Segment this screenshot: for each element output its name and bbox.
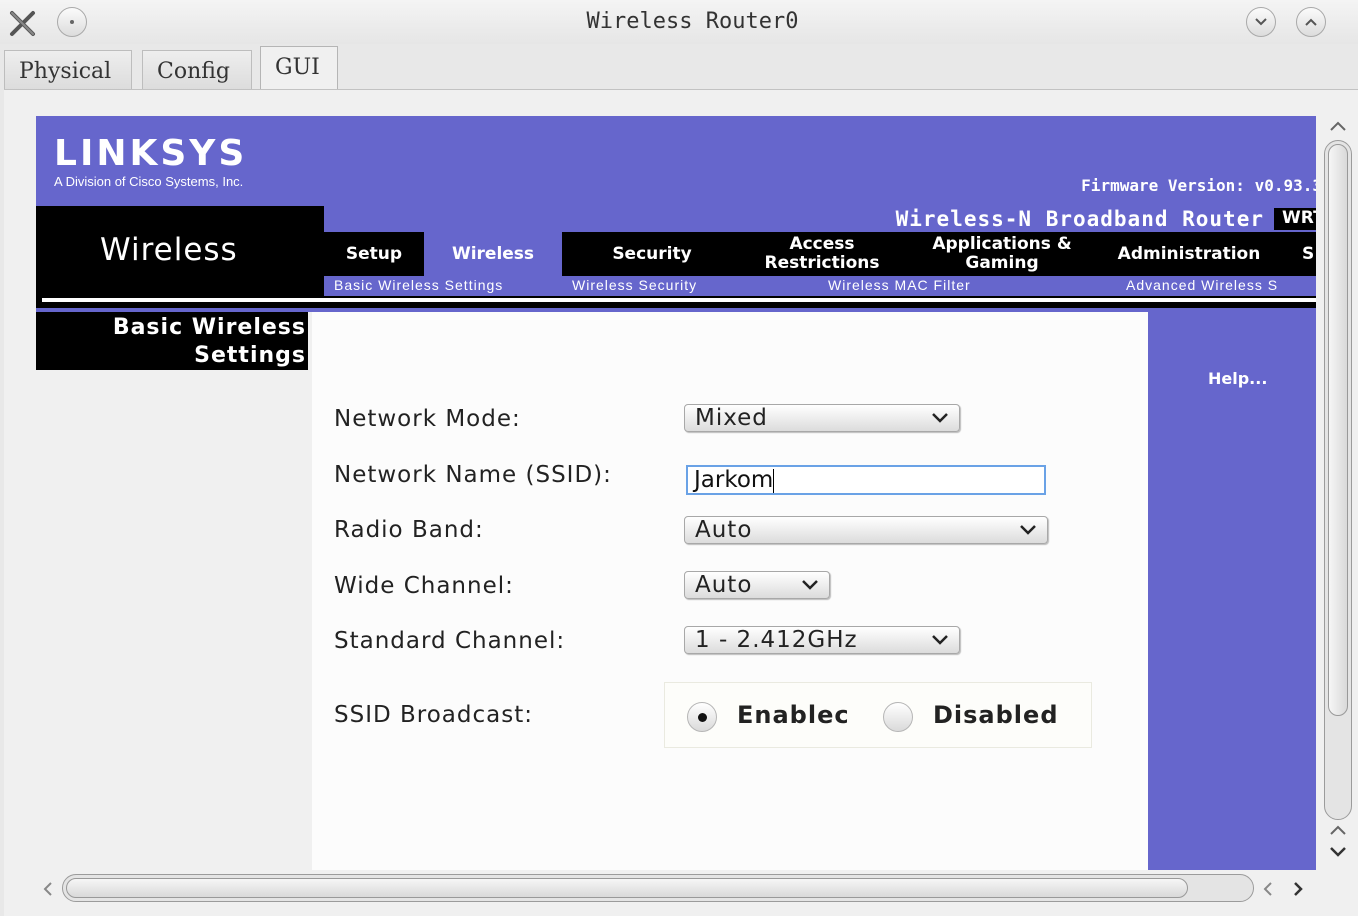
nav-security[interactable]: Security bbox=[562, 232, 742, 276]
scroll-left-icon[interactable] bbox=[40, 880, 56, 898]
linksys-logo: LINKSYS A Division of Cisco Systems, Inc… bbox=[54, 133, 248, 190]
tab-gui[interactable]: GUI bbox=[260, 46, 338, 92]
ssid-broadcast-label: SSID Broadcast: bbox=[334, 702, 533, 728]
left-column: Basic Wireless Settings bbox=[36, 312, 312, 870]
standard-channel-label: Standard Channel: bbox=[334, 628, 566, 654]
standard-channel-value: 1 - 2.412GHz bbox=[695, 627, 858, 653]
chevron-down-icon bbox=[932, 635, 948, 645]
navigation-band: Wireless Wireless-N Broadband Router WRT… bbox=[36, 206, 1316, 308]
left-section-title: Basic Wireless Settings bbox=[36, 312, 308, 370]
brand-name: LINKSYS bbox=[54, 133, 248, 174]
product-name: Wireless-N Broadband Router bbox=[895, 207, 1264, 231]
scroll-right-icon[interactable] bbox=[1290, 880, 1306, 898]
ssid-broadcast-disabled-label[interactable]: Disabled bbox=[933, 701, 1059, 729]
scroll-up-icon[interactable] bbox=[1328, 118, 1348, 134]
radio-band-value: Auto bbox=[695, 517, 753, 543]
minimize-button[interactable] bbox=[1246, 7, 1276, 37]
horizontal-scroll-thumb[interactable] bbox=[66, 878, 1188, 898]
radio-band-select[interactable]: Auto bbox=[684, 516, 1048, 544]
ssid-broadcast-disabled-radio[interactable] bbox=[883, 702, 913, 732]
vertical-scroll-thumb[interactable] bbox=[1328, 144, 1348, 716]
tab-config[interactable]: Config bbox=[142, 50, 252, 90]
ssid-broadcast-enabled-label[interactable]: Enablec bbox=[737, 701, 859, 729]
network-mode-select[interactable]: Mixed bbox=[684, 404, 960, 432]
vertical-scrollbar[interactable] bbox=[1320, 116, 1356, 870]
scroll-left-small-icon[interactable] bbox=[1260, 880, 1276, 898]
section-title: Wireless bbox=[100, 232, 238, 268]
chevron-down-icon bbox=[932, 413, 948, 423]
device-tabs: Physical Config GUI bbox=[0, 44, 1358, 92]
nav-access-restrictions[interactable]: Access Restrictions bbox=[742, 232, 902, 276]
window-titlebar: Wireless Router0 bbox=[0, 0, 1358, 44]
nav-administration[interactable]: Administration bbox=[1096, 232, 1282, 276]
chevron-down-icon bbox=[802, 580, 818, 590]
sub-nav: Basic Wireless Settings Wireless Securit… bbox=[324, 276, 1316, 296]
navigation-inner: Wireless Wireless-N Broadband Router WRT… bbox=[42, 206, 1316, 302]
wide-channel-select[interactable]: Auto bbox=[684, 571, 830, 599]
subnav-wireless-security[interactable]: Wireless Security bbox=[572, 277, 697, 293]
chevron-down-icon bbox=[1255, 18, 1267, 26]
nav-wireless[interactable]: Wireless bbox=[424, 232, 562, 276]
product-tag: WRT bbox=[1274, 208, 1316, 230]
ssid-input[interactable]: Jarkom bbox=[686, 465, 1046, 495]
nav-applications-gaming[interactable]: Applications & Gaming bbox=[902, 232, 1102, 276]
brand-subtitle: A Division of Cisco Systems, Inc. bbox=[54, 174, 244, 189]
firmware-version: Firmware Version: v0.93.3 bbox=[1081, 176, 1316, 195]
horizontal-scrollbar[interactable] bbox=[36, 872, 1320, 904]
network-mode-value: Mixed bbox=[695, 405, 768, 431]
wide-channel-label: Wide Channel: bbox=[334, 573, 514, 599]
text-caret bbox=[773, 468, 775, 493]
router-web-page: LINKSYS A Division of Cisco Systems, Inc… bbox=[36, 116, 1316, 870]
wide-channel-value: Auto bbox=[695, 572, 753, 598]
network-mode-label: Network Mode: bbox=[334, 406, 521, 432]
nav-status[interactable]: S bbox=[1302, 232, 1316, 276]
ssid-broadcast-group: Enablec Disabled bbox=[664, 682, 1092, 748]
ssid-value: Jarkom bbox=[694, 467, 774, 493]
scroll-up-small-icon[interactable] bbox=[1328, 822, 1348, 838]
subnav-mac-filter[interactable]: Wireless MAC Filter bbox=[828, 277, 971, 293]
ssid-broadcast-enabled-radio[interactable] bbox=[687, 702, 717, 732]
subnav-advanced-wireless[interactable]: Advanced Wireless S bbox=[1126, 277, 1278, 293]
help-column: Help... bbox=[1148, 312, 1316, 870]
help-link[interactable]: Help... bbox=[1208, 369, 1267, 388]
standard-channel-select[interactable]: 1 - 2.412GHz bbox=[684, 626, 960, 654]
tab-physical[interactable]: Physical bbox=[4, 50, 132, 90]
subnav-basic-wireless[interactable]: Basic Wireless Settings bbox=[334, 277, 503, 293]
radio-band-label: Radio Band: bbox=[334, 517, 484, 543]
nav-setup[interactable]: Setup bbox=[324, 232, 424, 276]
chevron-down-icon bbox=[1020, 525, 1036, 535]
ssid-label: Network Name (SSID): bbox=[334, 462, 612, 488]
window-title: Wireless Router0 bbox=[586, 9, 799, 34]
settings-form: Network Mode: Mixed Network Name (SSID):… bbox=[312, 312, 1148, 870]
product-bar: Wireless-N Broadband Router WRT bbox=[324, 206, 1316, 232]
maximize-button[interactable] bbox=[1296, 7, 1326, 37]
chevron-up-icon bbox=[1305, 18, 1317, 26]
scroll-down-icon[interactable] bbox=[1328, 844, 1348, 860]
